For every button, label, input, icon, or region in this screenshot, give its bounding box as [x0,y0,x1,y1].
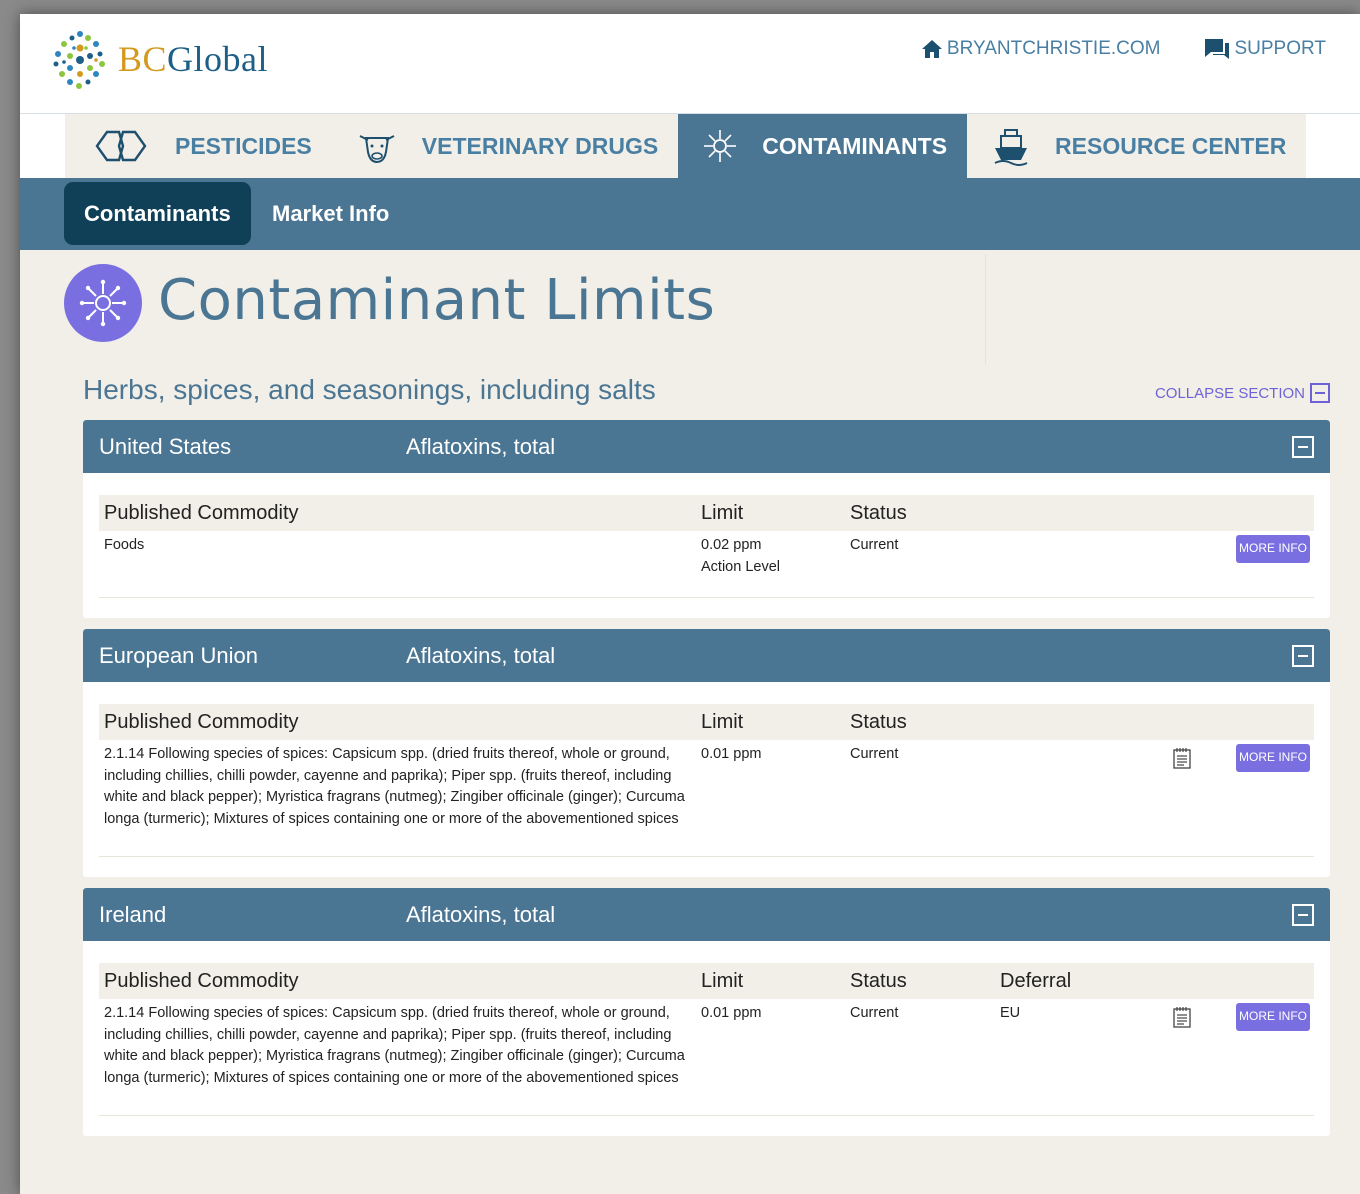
collapse-card-icon[interactable] [1292,645,1314,667]
row-limit-note: Action Level [701,558,780,575]
card-contaminant: Aflatoxins, total [406,643,556,668]
header-commodity: Published Commodity [104,502,299,524]
logo-text: BCGlobal [118,38,268,80]
subtab-market-info[interactable]: Market Info [252,182,409,245]
bryantchristie-link-label: BRYANTCHRISTIE.COM [946,38,1161,59]
header-status: Status [850,502,907,524]
card-body: Published Commodity Limit Status Deferra… [83,941,1330,1136]
more-info-button[interactable]: MORE INFO [1236,535,1310,563]
contaminant-icon [702,128,738,164]
card-body: Published Commodity Limit Status Foods 0… [83,473,1330,618]
more-info-button[interactable]: MORE INFO [1236,1003,1310,1031]
collapse-section-label: COLLAPSE SECTION [1154,384,1305,402]
table-header: Published Commodity Limit Status [99,704,1314,740]
row-status: Current [850,746,899,762]
tab-resource-center-label: RESOURCE CENTER [1055,132,1287,159]
home-icon [921,40,942,58]
bryantchristie-link[interactable]: BRYANTCHRISTIE.COM [921,38,1161,60]
subtab-contaminants[interactable]: Contaminants [64,182,251,245]
row-limit-value: 0.02 ppm [701,537,762,553]
card-header: Ireland Aflatoxins, total [83,888,1330,941]
page-title: Contaminant Limits [158,268,716,333]
row-limit: 0.01 ppm [701,1005,762,1021]
collapse-card-icon[interactable] [1292,436,1314,458]
section-title: Herbs, spices, and seasonings, including… [83,374,656,405]
tab-pesticides-label: PESTICIDES [175,132,312,159]
chat-icon [1205,39,1230,59]
tab-contaminants-label: CONTAMINANTS [762,132,948,159]
card-header: European Union Aflatoxins, total [83,629,1330,682]
table-row: Foods 0.02 ppm Action Level Current MORE… [99,531,1314,598]
logo-mark-icon [53,31,105,89]
card-country: Ireland [99,902,167,927]
top-links: BRYANTCHRISTIE.COM SUPPORT [877,38,1326,60]
sub-nav: Contaminants Market Info [20,178,1360,250]
card-country: United States [99,434,232,459]
row-commodity: 2.1.14 Following species of spices: Caps… [104,1005,685,1086]
header-commodity: Published Commodity [104,711,299,733]
notes-icon[interactable] [1172,747,1192,777]
card-header: United States Aflatoxins, total [83,420,1330,473]
table-header: Published Commodity Limit Status [99,495,1314,531]
card-country: European Union [99,643,259,668]
bcglobal-logo[interactable]: BCGlobal [50,28,268,90]
browser-window: BCGlobal BRYANTCHRISTIE.COM SUPPORT PEST… [20,14,1360,1194]
collapse-section-button[interactable]: COLLAPSE SECTION [1155,383,1330,403]
table-row: 2.1.14 Following species of spices: Caps… [99,999,1314,1116]
card-contaminant: Aflatoxins, total [406,434,556,459]
ship-icon [991,126,1031,166]
limit-card-united-states: United States Aflatoxins, total Publishe… [83,420,1330,618]
subtab-market-info-label: Market Info [272,200,390,226]
collapse-card-icon[interactable] [1292,904,1314,926]
row-deferral: EU [1000,1005,1021,1021]
table-row: 2.1.14 Following species of spices: Caps… [99,740,1314,857]
row-limit: 0.02 ppm Action Level [701,535,780,578]
header-limit: Limit [701,711,744,733]
notes-icon[interactable] [1172,1006,1192,1036]
header-status: Status [850,711,907,733]
tab-contaminants[interactable]: CONTAMINANTS [678,114,968,178]
section-header: Herbs, spices, and seasonings, including… [20,368,1360,420]
limit-card-european-union: European Union Aflatoxins, total Publish… [83,629,1330,877]
top-header: BCGlobal BRYANTCHRISTIE.COM SUPPORT [20,14,1360,114]
tab-pesticides[interactable]: PESTICIDES [65,114,332,178]
logo-text-global: Global [167,39,269,79]
card-body: Published Commodity Limit Status 2.1.14 … [83,682,1330,877]
more-info-button[interactable]: MORE INFO [1236,744,1310,772]
header-divider [985,254,986,364]
contaminant-limits-icon [64,264,142,342]
row-status: Current [850,537,899,553]
tab-veterinary-drugs-label: VETERINARY DRUGS [421,132,659,159]
row-status: Current [850,1005,899,1021]
subtab-contaminants-label: Contaminants [84,200,231,226]
support-link[interactable]: SUPPORT [1204,38,1326,60]
row-limit: 0.01 ppm [701,746,762,762]
header-status: Status [850,970,907,992]
table-header: Published Commodity Limit Status Deferra… [99,963,1314,999]
collapse-icon [1310,383,1330,403]
card-contaminant: Aflatoxins, total [406,902,556,927]
header-limit: Limit [701,970,744,992]
page-header: Contaminant Limits [20,250,1360,368]
header-deferral: Deferral [1000,970,1072,992]
tab-veterinary-drugs[interactable]: VETERINARY DRUGS [331,114,679,178]
logo-text-bc: BC [118,39,168,79]
cow-icon [356,126,398,166]
pesticides-icon [91,126,151,166]
header-limit: Limit [701,502,744,524]
header-commodity: Published Commodity [104,970,299,992]
tab-resource-center[interactable]: RESOURCE CENTER [967,114,1307,178]
main-nav: PESTICIDES VETERINARY DRUGS CONTAMINANTS… [20,114,1360,178]
row-commodity: 2.1.14 Following species of spices: Caps… [104,746,685,827]
row-commodity: Foods [104,537,145,553]
limit-card-ireland: Ireland Aflatoxins, total Published Comm… [83,888,1330,1136]
support-link-label: SUPPORT [1234,38,1326,59]
